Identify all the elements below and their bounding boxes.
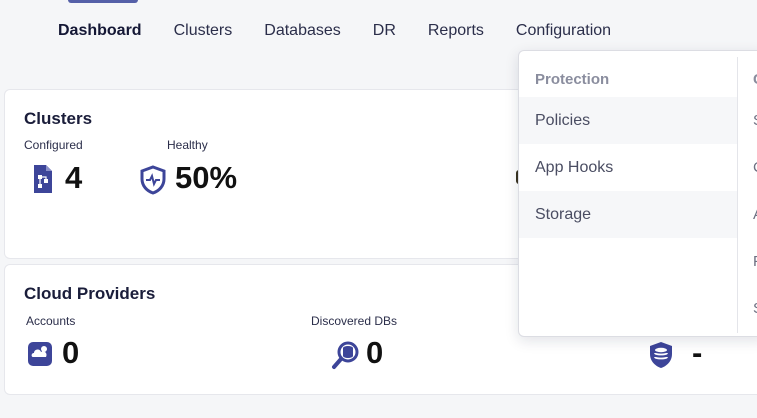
second-column-item[interactable]: F [753, 253, 757, 273]
accounts-value: 0 [62, 335, 80, 370]
nav-dr[interactable]: DR [373, 19, 396, 43]
accounts-label: Accounts [26, 314, 76, 328]
nav-reports[interactable]: Reports [428, 19, 484, 43]
menu-item-storage[interactable]: Storage [519, 191, 737, 238]
configured-label: Configured [24, 138, 83, 152]
nav-databases[interactable]: Databases [264, 19, 341, 43]
healthy-value: 50% [175, 160, 238, 195]
cloud-card-title: Cloud Providers [24, 284, 156, 303]
configured-value: 4 [65, 160, 83, 195]
second-column-item[interactable]: S [753, 300, 757, 320]
second-column-heading: C [753, 71, 757, 88]
top-accent-bar [68, 0, 138, 3]
menu-item-policies[interactable]: Policies [519, 97, 737, 144]
configuration-dropdown: Protection Policies App Hooks Storage C … [518, 50, 757, 337]
second-column-item[interactable]: S [753, 112, 757, 132]
second-column-item[interactable]: C [753, 159, 757, 179]
database-shield-icon [650, 342, 672, 368]
database-search-icon [332, 341, 359, 369]
cluster-document-icon [34, 165, 52, 193]
nav-clusters[interactable]: Clusters [174, 19, 233, 43]
menu-column-divider [737, 57, 738, 333]
clusters-card-title: Clusters [24, 109, 93, 128]
nav-dashboard[interactable]: Dashboard [58, 19, 142, 43]
shield-heartbeat-icon [140, 165, 166, 195]
discovered-dbs-value: 0 [366, 335, 384, 370]
protected-value: - [692, 335, 703, 370]
healthy-label: Healthy [167, 138, 208, 152]
top-nav: Dashboard Clusters Databases DR Reports … [58, 19, 643, 43]
second-column-item[interactable]: A [753, 206, 757, 226]
protection-heading: Protection [535, 71, 610, 88]
menu-item-app-hooks[interactable]: App Hooks [519, 144, 737, 191]
nav-configuration[interactable]: Configuration [516, 19, 611, 43]
cloud-account-icon [28, 342, 52, 366]
discovered-dbs-label: Discovered DBs [311, 314, 398, 328]
